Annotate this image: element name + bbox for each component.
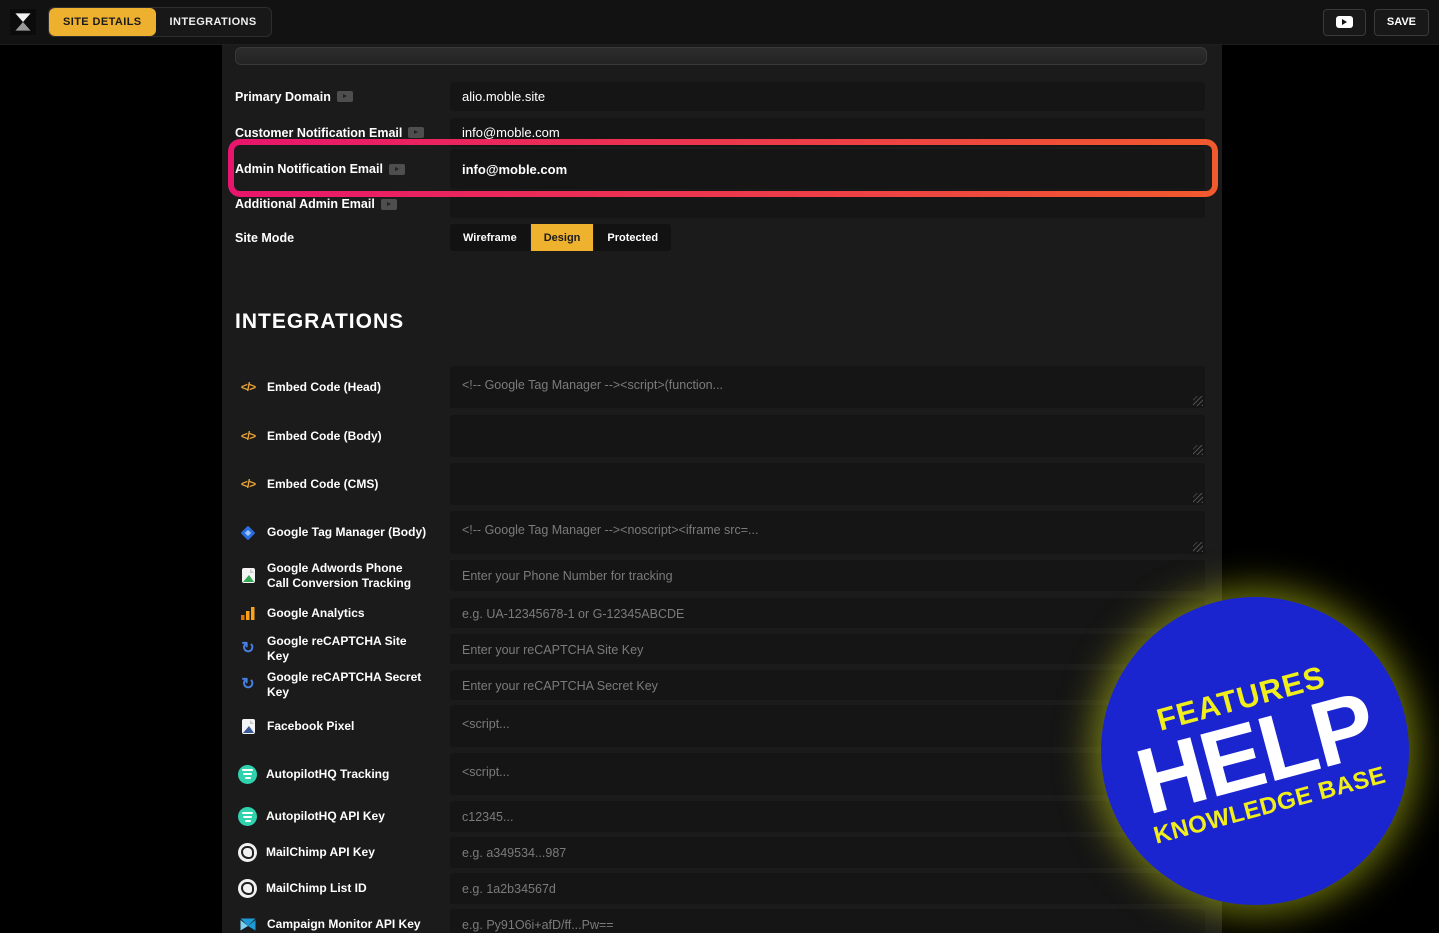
recaptcha-secret-key-input[interactable] <box>450 670 1205 700</box>
mailchimp-icon <box>238 879 257 898</box>
integration-row: Google Analytics <box>222 598 1222 628</box>
autopilothq-icon <box>238 765 257 784</box>
customer-notification-email-input[interactable] <box>450 118 1205 147</box>
integration-row: MailChimp API Key <box>222 837 1222 868</box>
video-help-icon[interactable] <box>389 164 405 175</box>
adwords-phone-tracking-input[interactable] <box>450 560 1205 591</box>
integration-label: Google Analytics <box>267 606 365 621</box>
header-tab-group: SITE DETAILS INTEGRATIONS <box>48 7 272 37</box>
integration-row: Embed Code (Body) <box>222 415 1222 457</box>
field-label: Admin Notification Email <box>235 162 383 176</box>
primary-domain-input[interactable] <box>450 82 1205 111</box>
integration-row: ↻ Google reCAPTCHA Secret Key <box>222 670 1222 700</box>
video-help-icon[interactable] <box>381 199 397 210</box>
field-label: Customer Notification Email <box>235 126 402 140</box>
google-tag-manager-icon <box>238 524 258 542</box>
google-adwords-icon <box>238 567 258 584</box>
field-row-site-mode: Site Mode Wireframe Design Protected <box>222 224 1222 251</box>
integration-row: Google Tag Manager (Body) <box>222 511 1222 554</box>
integration-row: Facebook Pixel <box>222 705 1222 747</box>
integration-label: Google Tag Manager (Body) <box>267 525 426 540</box>
settings-panel: Primary Domain Customer Notification Ema… <box>222 0 1222 933</box>
campaign-monitor-icon <box>238 917 258 932</box>
field-row-primary-domain: Primary Domain <box>222 82 1222 111</box>
field-row-additional-admin-email: Additional Admin Email <box>222 190 1222 218</box>
integration-label: AutopilotHQ API Key <box>266 809 385 824</box>
facebook-pixel-icon <box>238 718 258 735</box>
recaptcha-icon: ↻ <box>238 677 258 693</box>
top-bar: SITE DETAILS INTEGRATIONS SAVE <box>0 0 1439 45</box>
field-label: Primary Domain <box>235 90 331 104</box>
embed-code-body-textarea[interactable] <box>450 415 1205 457</box>
field-row-customer-notification-email: Customer Notification Email <box>222 118 1222 147</box>
integration-label: Campaign Monitor API Key <box>267 917 421 932</box>
tab-integrations[interactable]: INTEGRATIONS <box>156 8 271 36</box>
admin-notification-email-input[interactable] <box>450 149 1205 189</box>
integration-label: Embed Code (Body) <box>267 429 382 444</box>
integration-row: Embed Code (Head) <box>222 366 1222 408</box>
integration-label: Google reCAPTCHA Secret Key <box>267 670 427 700</box>
mailchimp-icon <box>238 843 257 862</box>
facebook-pixel-textarea[interactable] <box>450 705 1205 747</box>
embed-code-head-textarea[interactable] <box>450 366 1205 408</box>
site-mode-protected-button[interactable]: Protected <box>594 224 671 251</box>
mailchimp-list-id-input[interactable] <box>450 873 1205 904</box>
campaign-monitor-api-key-input[interactable] <box>450 909 1205 933</box>
site-mode-wireframe-button[interactable]: Wireframe <box>450 224 530 251</box>
site-mode-design-button[interactable]: Design <box>531 224 594 251</box>
moble-logo-icon[interactable] <box>10 9 36 35</box>
field-label: Additional Admin Email <box>235 197 375 211</box>
video-play-icon <box>1336 16 1353 28</box>
google-analytics-input[interactable] <box>450 598 1205 628</box>
save-button[interactable]: SAVE <box>1374 9 1429 36</box>
integration-row: ↻ Google reCAPTCHA Site Key <box>222 634 1222 664</box>
google-tag-manager-body-textarea[interactable] <box>450 511 1205 554</box>
code-icon <box>238 477 258 491</box>
site-mode-segmented-control: Wireframe Design Protected <box>450 224 671 251</box>
integration-label: AutopilotHQ Tracking <box>266 767 389 782</box>
mailchimp-api-key-input[interactable] <box>450 837 1205 868</box>
video-help-icon[interactable] <box>337 91 353 102</box>
embed-code-cms-textarea[interactable] <box>450 463 1205 505</box>
integration-row: Google Adwords Phone Call Conversion Tra… <box>222 560 1222 591</box>
integration-label: Google Adwords Phone Call Conversion Tra… <box>267 561 427 591</box>
integration-label: MailChimp API Key <box>266 845 375 860</box>
help-badge-text: FEATURES HELP KNOWLEDGE BASE <box>1121 651 1390 851</box>
integration-label: MailChimp List ID <box>266 881 367 896</box>
scrolled-field-partial[interactable] <box>235 47 1207 65</box>
autopilothq-api-key-input[interactable] <box>450 801 1205 832</box>
recaptcha-site-key-input[interactable] <box>450 634 1205 664</box>
autopilothq-tracking-textarea[interactable] <box>450 753 1205 795</box>
recaptcha-icon: ↻ <box>238 641 258 657</box>
autopilothq-icon <box>238 807 257 826</box>
code-icon <box>238 429 258 443</box>
help-badge[interactable]: FEATURES HELP KNOWLEDGE BASE <box>1101 597 1409 905</box>
integration-label: Embed Code (CMS) <box>267 477 378 492</box>
tab-site-details[interactable]: SITE DETAILS <box>49 8 156 36</box>
integration-label: Google reCAPTCHA Site Key <box>267 634 427 664</box>
field-label: Site Mode <box>235 231 294 245</box>
integrations-heading: INTEGRATIONS <box>235 310 404 334</box>
video-help-icon[interactable] <box>408 127 424 138</box>
integration-row: Embed Code (CMS) <box>222 463 1222 505</box>
integration-row: Campaign Monitor API Key <box>222 909 1222 933</box>
google-analytics-icon <box>238 606 258 621</box>
integration-row: AutopilotHQ API Key <box>222 801 1222 832</box>
integration-label: Embed Code (Head) <box>267 380 381 395</box>
additional-admin-email-input[interactable] <box>450 190 1205 218</box>
field-row-admin-notification-email: Admin Notification Email <box>222 149 1222 189</box>
integration-row: AutopilotHQ Tracking <box>222 753 1222 795</box>
code-icon <box>238 380 258 394</box>
video-tutorial-button[interactable] <box>1323 9 1366 36</box>
integration-row: MailChimp List ID <box>222 873 1222 904</box>
integration-label: Facebook Pixel <box>267 719 354 734</box>
